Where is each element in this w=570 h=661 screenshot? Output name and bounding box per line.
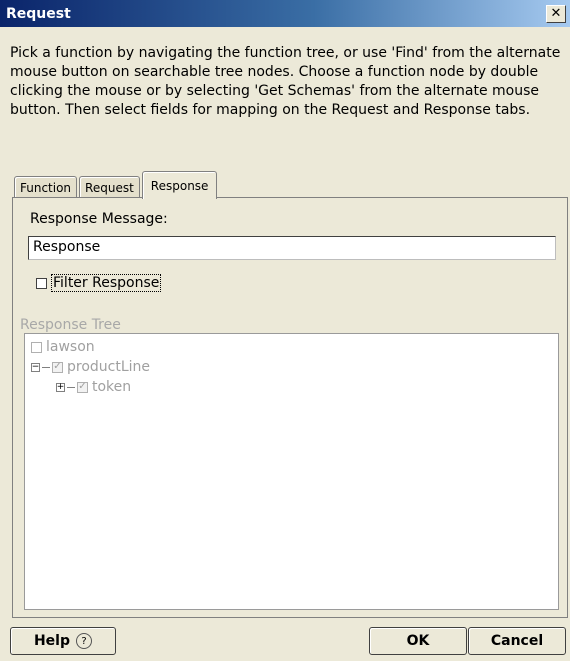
cancel-button[interactable]: Cancel [468,627,566,655]
response-message-label: Response Message: [30,211,168,227]
tree-node-productline[interactable]: − ✓ productLine [31,359,150,375]
checkbox-box[interactable] [36,277,47,289]
request-dialog: Request ✕ Pick a function by navigating … [0,0,570,661]
tree-node-lawson[interactable]: lawson [31,339,95,355]
help-button[interactable]: Help ? [10,627,116,655]
tree-node-label: token [92,379,132,395]
tree-node-label: lawson [46,339,95,355]
help-icon: ? [76,633,93,649]
checkbox-icon[interactable] [31,341,42,353]
filter-response-checkbox[interactable]: Filter Response [36,274,162,292]
tree-connector [67,386,75,388]
close-icon[interactable]: ✕ [546,4,566,23]
filter-response-label: Filter Response [51,274,162,292]
window-title: Request [6,5,71,22]
response-tree-label: Response Tree [20,317,121,333]
response-message-input[interactable]: Response [28,236,556,260]
tree-connector [42,366,50,368]
title-bar[interactable]: Request ✕ [0,0,570,27]
tab-function[interactable]: Function [14,176,78,198]
expand-icon[interactable]: + [56,382,65,392]
tab-request[interactable]: Request [79,176,140,198]
instructions-text: Pick a function by navigating the functi… [10,45,561,118]
checked-checkbox-icon[interactable]: ✓ [52,361,63,373]
tab-bar: Function Request Response [14,170,219,199]
tree-node-token[interactable]: + ✓ token [56,379,131,395]
collapse-icon[interactable]: − [31,362,40,372]
tab-response[interactable]: Response [141,171,218,199]
ok-button[interactable]: OK [369,627,467,655]
response-tree[interactable]: lawson − ✓ productLine + ✓ token [24,333,559,610]
checked-checkbox-icon[interactable]: ✓ [77,381,88,393]
help-button-label: Help [33,633,71,649]
tree-node-label: productLine [67,359,151,375]
